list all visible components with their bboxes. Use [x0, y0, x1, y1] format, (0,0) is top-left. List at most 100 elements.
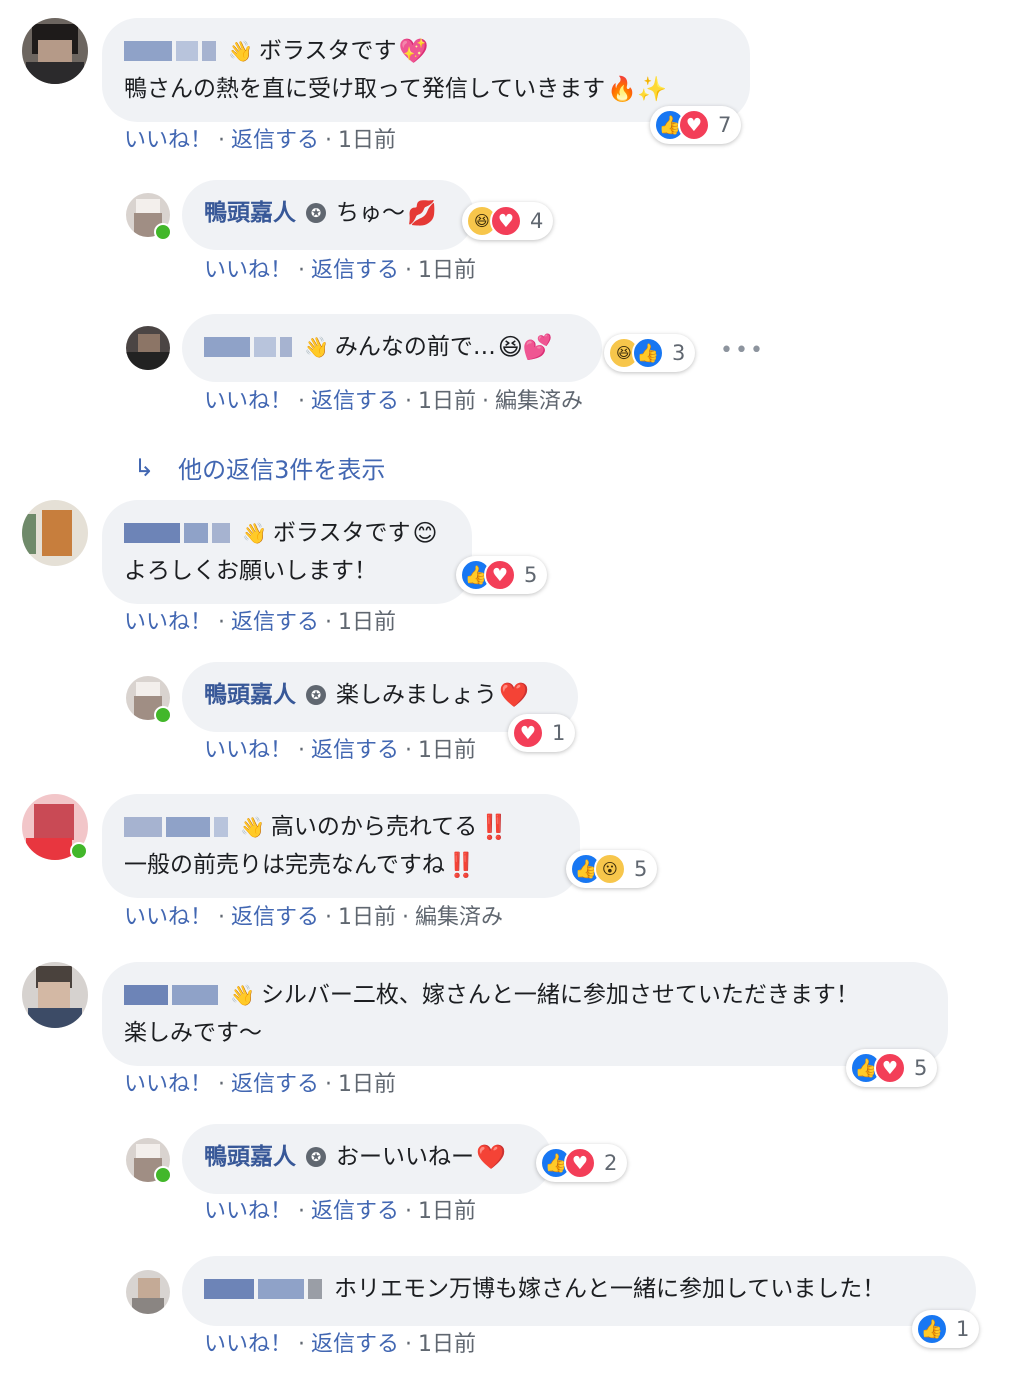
view-more-replies-link[interactable]: ↳ 他の返信3件を表示: [134, 450, 385, 485]
timestamp[interactable]: 1日前: [418, 389, 476, 414]
author-name[interactable]: 鴨頭嘉人: [204, 1138, 296, 1176]
author-name[interactable]: [124, 983, 222, 1007]
reply-button[interactable]: 返信する: [231, 905, 319, 930]
reaction-summary[interactable]: 👍 😮 5: [566, 850, 658, 888]
like-button[interactable]: いいね！: [124, 1072, 212, 1097]
like-button[interactable]: いいね！: [124, 610, 212, 635]
more-options-icon[interactable]: •••: [720, 338, 765, 363]
like-button[interactable]: いいね！: [204, 738, 292, 763]
comment-bubble: 👋 ボラスタです 💖 鴨さんの熱を直に受け取って発信していきます 🔥✨: [102, 18, 750, 122]
author-name[interactable]: [124, 39, 220, 63]
reaction-count: 7: [718, 113, 732, 137]
author-name[interactable]: [204, 1277, 326, 1301]
reaction-count: 4: [530, 209, 544, 233]
reply-button[interactable]: 返信する: [231, 1072, 319, 1097]
comment-text: 楽しみましょう: [336, 682, 497, 708]
reaction-count: 1: [956, 1317, 970, 1341]
like-button[interactable]: いいね！: [124, 128, 212, 153]
online-status-icon: [154, 1166, 172, 1184]
love-icon: ♥: [484, 559, 516, 591]
reaction-summary[interactable]: 😆 ♥ 4: [462, 202, 554, 240]
reaction-count: 3: [672, 341, 686, 365]
comment-actions: いいね！ · 返信する · 1日前: [204, 258, 477, 283]
wow-icon: 😮: [594, 853, 626, 885]
view-more-replies-label: 他の返信3件を表示: [178, 456, 386, 484]
comment-text: よろしくお願いします！: [124, 558, 377, 584]
waving-hand-icon: 👋: [242, 521, 267, 545]
grinning-heart-icon: 😆💕: [497, 333, 553, 361]
comment-text: ボラスタです: [272, 520, 411, 546]
reaction-count: 1: [552, 721, 566, 745]
avatar[interactable]: [126, 1270, 170, 1314]
author-name[interactable]: [204, 335, 296, 359]
waving-hand-icon: 👋: [304, 335, 329, 359]
avatar[interactable]: [22, 500, 88, 566]
double-exclamation-icon: ‼️: [446, 851, 477, 879]
comment-text: 鴨さんの熱を直に受け取って発信していきます: [124, 76, 606, 102]
like-button[interactable]: いいね！: [124, 905, 212, 930]
reply-button[interactable]: 返信する: [311, 1199, 399, 1224]
like-icon: 👍: [916, 1313, 948, 1345]
reaction-summary[interactable]: 👍 ♥ 7: [650, 106, 742, 144]
like-button[interactable]: いいね！: [204, 258, 292, 283]
comment-bubble: 鴨頭嘉人 ✪ おーいいねー ❤️: [182, 1124, 552, 1194]
reply-button[interactable]: 返信する: [311, 258, 399, 283]
author-name[interactable]: 鴨頭嘉人: [204, 676, 296, 714]
comment-actions: いいね！ · 返信する · 1日前: [204, 1199, 477, 1224]
comment-text: 一般の前売りは完売なんですね: [124, 852, 445, 878]
reaction-count: 5: [914, 1056, 928, 1080]
sparkling-heart-icon: 💖: [398, 37, 429, 65]
author-name[interactable]: 鴨頭嘉人: [204, 194, 296, 232]
comment-actions: いいね！ · 返信する · 1日前: [124, 610, 397, 635]
top-fan-badge-icon: ✪: [306, 1147, 326, 1167]
reply-button[interactable]: 返信する: [231, 610, 319, 635]
timestamp[interactable]: 1日前: [418, 1199, 476, 1224]
like-icon: 👍: [632, 337, 664, 369]
like-button[interactable]: いいね！: [204, 1332, 292, 1357]
edited-label[interactable]: 編集済み: [495, 389, 583, 414]
red-heart-icon: ❤️: [476, 1143, 506, 1171]
love-icon: ♥: [512, 717, 544, 749]
like-button[interactable]: いいね！: [204, 1199, 292, 1224]
love-icon: ♥: [874, 1052, 906, 1084]
comment-actions: いいね！ · 返信する · 1日前 · 編集済み: [204, 389, 584, 414]
timestamp[interactable]: 1日前: [338, 905, 396, 930]
reaction-summary[interactable]: 👍 ♥ 2: [536, 1144, 628, 1182]
kiss-mark-icon: 💋: [407, 199, 437, 227]
author-name[interactable]: [124, 521, 234, 545]
waving-hand-icon: 👋: [240, 815, 265, 839]
reaction-summary[interactable]: 👍 ♥ 5: [846, 1049, 938, 1087]
like-button[interactable]: いいね！: [204, 389, 292, 414]
timestamp[interactable]: 1日前: [338, 1072, 396, 1097]
timestamp[interactable]: 1日前: [338, 610, 396, 635]
reaction-summary[interactable]: 👍 1: [912, 1310, 980, 1348]
comment-bubble: 鴨頭嘉人 ✪ ちゅ〜 💋: [182, 180, 474, 250]
timestamp[interactable]: 1日前: [418, 1332, 476, 1357]
comment-text: 楽しみです〜: [124, 1020, 262, 1046]
comment-text: ホリエモン万博も嫁さんと一緒に参加していました！: [334, 1276, 886, 1302]
reply-button[interactable]: 返信する: [311, 389, 399, 414]
edited-label[interactable]: 編集済み: [415, 905, 503, 930]
reply-button[interactable]: 返信する: [311, 738, 399, 763]
love-icon: ♥: [490, 205, 522, 237]
avatar[interactable]: [22, 18, 88, 84]
avatar[interactable]: [126, 326, 170, 370]
reply-button[interactable]: 返信する: [231, 128, 319, 153]
comment-actions: いいね！ · 返信する · 1日前: [204, 738, 477, 763]
reaction-summary[interactable]: 😆 👍 3: [604, 334, 696, 372]
author-name[interactable]: [124, 815, 232, 839]
top-fan-badge-icon: ✪: [306, 203, 326, 223]
timestamp[interactable]: 1日前: [338, 128, 396, 153]
reaction-summary[interactable]: 👍 ♥ 5: [456, 556, 548, 594]
reply-arrow-icon: ↳: [134, 453, 155, 482]
red-heart-icon: ❤️: [499, 681, 529, 709]
fire-sparkles-icon: 🔥✨: [607, 75, 667, 103]
comment-bubble: 👋 シルバー二枚、嫁さんと一緒に参加させていただきます！ 楽しみです〜: [102, 962, 948, 1066]
timestamp[interactable]: 1日前: [418, 738, 476, 763]
reaction-summary[interactable]: ♥ 1: [508, 714, 576, 752]
reply-button[interactable]: 返信する: [311, 1332, 399, 1357]
avatar[interactable]: [22, 962, 88, 1028]
online-status-icon: [70, 842, 88, 860]
double-exclamation-icon: ‼️: [479, 813, 510, 841]
timestamp[interactable]: 1日前: [418, 258, 476, 283]
